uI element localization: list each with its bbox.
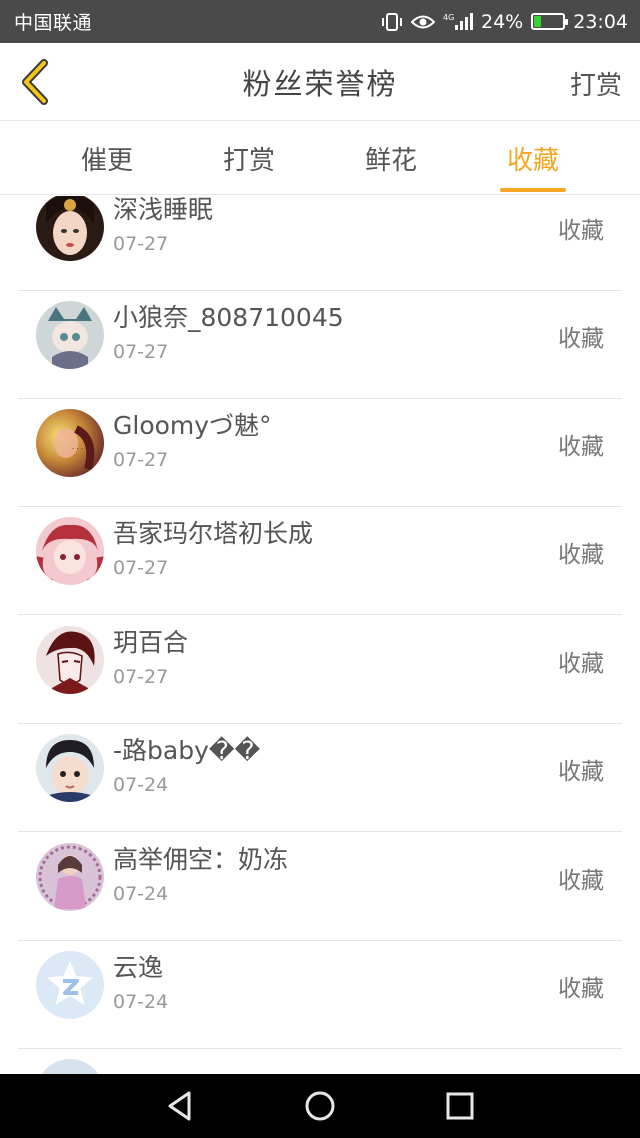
avatar: [36, 951, 104, 1019]
fan-action: 收藏: [558, 651, 604, 677]
fan-action: 收藏: [558, 868, 604, 894]
nav-home-button[interactable]: [300, 1086, 340, 1126]
fan-name: 深浅睡眠: [113, 196, 214, 224]
header: 粉丝荣誉榜 打赏: [0, 43, 640, 121]
list-item[interactable]: 吾家玛尔塔初长成 07-27 收藏: [18, 507, 622, 615]
fan-date: 07-27: [113, 557, 169, 579]
list-item[interactable]: 玥百合 07-27 收藏: [18, 616, 622, 724]
fan-date: 07-24: [113, 774, 169, 796]
status-bar: 中国联通 4G 24% 23:04: [0, 0, 640, 43]
list-item[interactable]: 云逸 07-24 收藏: [18, 941, 622, 1049]
recent-square-icon: [446, 1092, 474, 1120]
nav-recent-button[interactable]: [440, 1086, 480, 1126]
back-button[interactable]: [14, 57, 56, 107]
reward-button[interactable]: 打赏: [570, 65, 622, 102]
fan-date: 07-27: [113, 666, 169, 688]
tab-favorites[interactable]: 收藏: [478, 122, 588, 195]
fan-action: 收藏: [558, 218, 604, 244]
eye-icon: [411, 13, 435, 31]
back-triangle-icon: [168, 1091, 191, 1121]
fan-name: 吾家玛尔塔初长成: [113, 519, 314, 548]
tab-bar: 催更 打赏 鲜花 收藏: [0, 122, 640, 195]
battery-percent: 24%: [481, 10, 524, 33]
vibrate-icon: [381, 12, 403, 32]
clock: 23:04: [573, 10, 628, 33]
fan-name: 高举佣空：奶冻: [113, 845, 289, 874]
fan-action: 收藏: [558, 326, 604, 352]
svg-text:· · · · ·: · · · · ·: [72, 445, 92, 453]
fan-date: 07-27: [113, 233, 169, 255]
list-item[interactable]: -路baby�� 07-24 收藏: [18, 724, 622, 832]
list-item[interactable]: · · · · · Gloomyづ魅° 07-27 收藏: [18, 399, 622, 507]
fan-name: 小狼奈_808710045: [113, 303, 344, 332]
fan-name: Gloomyづ魅°: [113, 411, 272, 440]
fan-name: -路baby��: [113, 736, 261, 765]
list-item[interactable]: 小狼奈_808710045 07-27 收藏: [18, 291, 622, 399]
tab-reward[interactable]: 打赏: [194, 122, 304, 195]
fan-date: 07-24: [113, 883, 169, 905]
signal-icon: 4G: [443, 12, 473, 32]
avatar: [36, 196, 104, 261]
chevron-left-icon: [22, 59, 48, 105]
fan-date: 07-24: [113, 991, 169, 1013]
tab-flowers[interactable]: 鲜花: [336, 122, 446, 195]
fan-action: 收藏: [558, 542, 604, 568]
list-item[interactable]: 深浅睡眠 07-27 收藏: [18, 196, 622, 291]
avatar: · · · · ·: [36, 409, 104, 477]
avatar: [36, 626, 104, 694]
list-item[interactable]: [18, 1049, 622, 1074]
fan-action: 收藏: [558, 434, 604, 460]
avatar: [36, 734, 104, 802]
fan-action: 收藏: [558, 976, 604, 1002]
system-nav-bar: [0, 1074, 640, 1138]
page-title: 粉丝荣誉榜: [242, 66, 398, 101]
battery-icon: [531, 13, 569, 30]
fan-name: 云逸: [113, 953, 164, 982]
list-item[interactable]: 高举佣空：奶冻 07-24 收藏: [18, 833, 622, 941]
avatar: [36, 301, 104, 369]
avatar: [36, 1059, 104, 1074]
battery-level: [534, 16, 541, 27]
carrier-name: 中国联通: [14, 12, 93, 34]
fan-action: 收藏: [558, 759, 604, 785]
fan-name: 玥百合: [113, 628, 189, 657]
nav-back-button[interactable]: [160, 1086, 200, 1126]
home-circle-icon: [305, 1091, 335, 1121]
fan-date: 07-27: [113, 341, 169, 363]
tab-urge[interactable]: 催更: [52, 122, 162, 195]
fan-list[interactable]: 深浅睡眠 07-27 收藏 小狼奈_808710045 07-27 收藏 · ·…: [0, 196, 640, 1074]
avatar: [36, 517, 104, 585]
fan-date: 07-27: [113, 449, 169, 471]
status-icons: 4G 24% 23:04: [381, 11, 628, 33]
network-type: 4G: [443, 13, 454, 22]
avatar: [36, 843, 104, 911]
